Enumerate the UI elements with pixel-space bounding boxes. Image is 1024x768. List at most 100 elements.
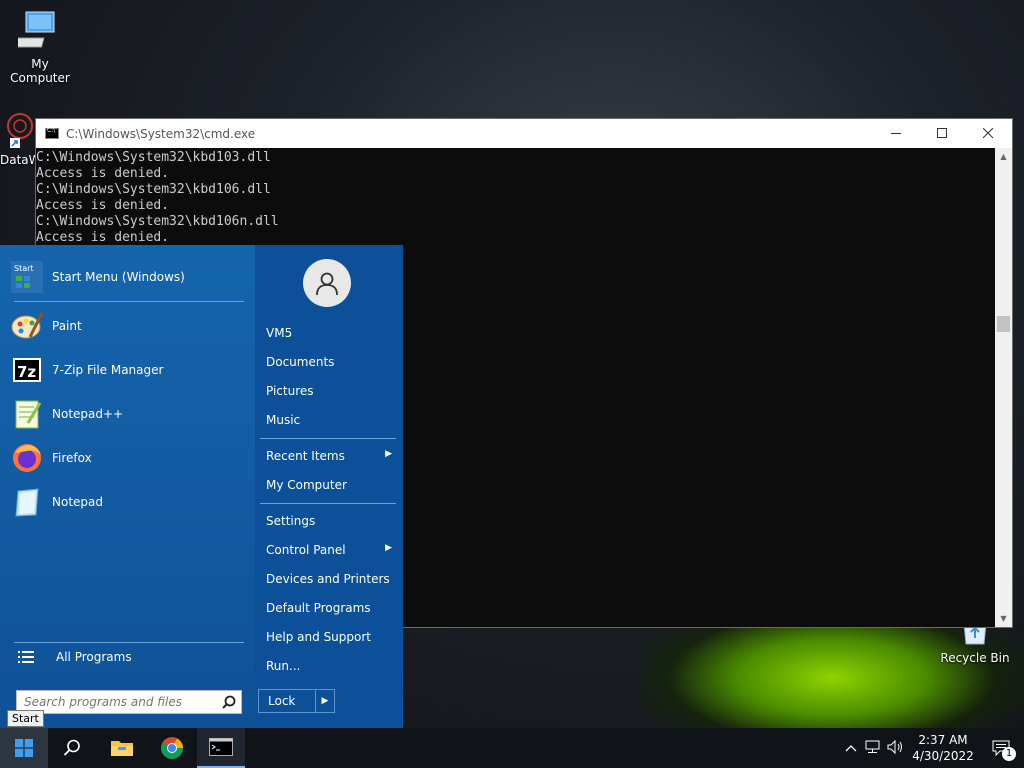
places-item-documents[interactable]: Documents <box>266 355 392 369</box>
program-notepadpp[interactable]: Notepad++ <box>10 397 123 431</box>
clock-time: 2:37 AM <box>918 733 968 747</box>
desktop-icon-label: My Computer <box>10 57 70 85</box>
close-icon <box>982 128 993 139</box>
scrollbar-thumb[interactable] <box>997 316 1010 332</box>
places-item-my-computer[interactable]: My Computer <box>266 478 392 492</box>
console-line: C:\Windows\System32\kbd103.dll <box>36 150 271 165</box>
console-line: C:\Windows\System32\kbd106.dll <box>36 182 271 197</box>
places-label: Documents <box>266 355 335 369</box>
clock-date: 4/30/2022 <box>912 749 974 763</box>
all-programs-button[interactable]: All Programs <box>18 650 132 664</box>
divider <box>260 438 396 439</box>
system-tray: 2:37 AM 4/30/2022 1 <box>840 728 1024 768</box>
places-item-control-panel[interactable]: Control Panel ▶ <box>266 543 392 557</box>
places-label: Devices and Printers <box>266 572 390 586</box>
places-item-recent-items[interactable]: Recent Items ▶ <box>266 449 392 463</box>
start-button[interactable] <box>0 728 48 768</box>
taskbar-chrome[interactable] <box>148 728 196 768</box>
search-icon[interactable] <box>222 694 236 713</box>
notification-button[interactable]: 1 <box>978 740 1024 761</box>
divider <box>14 301 244 302</box>
notification-count-badge: 1 <box>1002 747 1016 761</box>
places-item-help-and-support[interactable]: Help and Support <box>266 630 392 644</box>
divider <box>14 642 244 643</box>
desktop-icon-my-computer[interactable]: My Computer <box>0 8 80 85</box>
program-firefox[interactable]: Firefox <box>10 441 92 475</box>
user-icon <box>316 272 338 296</box>
minimize-button[interactable] <box>873 119 919 148</box>
minimize-icon <box>890 133 901 134</box>
start-menu: Start Start Menu (Windows) Paint 7z 7-Zi… <box>0 245 403 728</box>
search-icon <box>63 739 80 756</box>
places-item-settings[interactable]: Settings <box>266 514 392 528</box>
desktop-icon-recycle-bin[interactable]: Recycle Bin <box>935 622 1015 665</box>
program-label: Notepad++ <box>52 407 124 421</box>
maximize-button[interactable] <box>919 119 965 148</box>
program-label: Firefox <box>52 451 92 465</box>
places-label: Pictures <box>266 384 314 398</box>
program-label: Notepad <box>52 495 103 509</box>
taskbar-cmd[interactable] <box>197 728 245 768</box>
computer-icon <box>10 11 55 48</box>
places-label: Settings <box>266 514 316 528</box>
lock-button[interactable]: Lock <box>258 689 316 713</box>
places-item-vm5[interactable]: VM5 <box>266 326 392 340</box>
window-title: C:\Windows\System32\cmd.exe <box>66 126 256 141</box>
list-icon <box>18 650 38 664</box>
shutdown-options-button[interactable]: ▶ <box>315 689 335 713</box>
taskbar-file-explorer[interactable] <box>98 728 146 768</box>
cmd-icon <box>45 127 59 139</box>
places-label: Default Programs <box>266 601 371 615</box>
places-label: Music <box>266 413 301 427</box>
windows-logo-icon <box>15 739 33 757</box>
taskbar: 2:37 AM 4/30/2022 1 <box>0 728 1024 768</box>
search-box[interactable] <box>16 690 242 714</box>
divider <box>260 503 396 504</box>
search-input[interactable] <box>22 691 216 713</box>
scroll-down-icon[interactable]: ▼ <box>995 610 1012 627</box>
maximize-icon <box>936 128 947 138</box>
desktop-icon-label: Recycle Bin <box>940 651 1010 665</box>
clock[interactable]: 2:37 AM 4/30/2022 <box>908 732 978 764</box>
notepad-icon <box>10 485 44 519</box>
avatar[interactable] <box>303 259 351 307</box>
chevron-up-icon[interactable] <box>840 741 862 755</box>
program-7zip[interactable]: 7z 7-Zip File Manager <box>10 353 163 387</box>
places-item-music[interactable]: Music <box>266 413 392 427</box>
chevron-right-icon: ▶ <box>385 543 392 553</box>
places-label: Run... <box>266 659 301 673</box>
start-icon-text: Start <box>14 264 34 273</box>
console-line: Access is denied. <box>36 166 170 181</box>
close-button[interactable] <box>965 119 1011 148</box>
console-line: Access is denied. <box>36 198 170 213</box>
paint-icon <box>10 309 44 343</box>
places-label: Control Panel <box>266 543 346 557</box>
program-label: Paint <box>52 319 82 333</box>
program-paint[interactable]: Paint <box>10 309 82 343</box>
taskbar-search-button[interactable] <box>48 728 96 768</box>
places-item-devices-and-printers[interactable]: Devices and Printers <box>266 572 392 586</box>
cmd-titlebar[interactable]: C:\Windows\System32\cmd.exe <box>36 119 1012 148</box>
terminal-icon <box>209 738 233 756</box>
chevron-right-icon: ▶ <box>321 696 329 706</box>
program-start-menu-windows[interactable]: Start Start Menu (Windows) <box>10 260 185 294</box>
places-item-run[interactable]: Run... <box>266 659 392 673</box>
places-label: Recent Items <box>266 449 345 463</box>
firefox-icon <box>10 441 44 475</box>
scroll-up-icon[interactable]: ▲ <box>995 148 1012 165</box>
notepadpp-icon <box>10 397 44 431</box>
chrome-icon <box>161 737 183 759</box>
volume-icon[interactable] <box>884 739 908 757</box>
network-icon[interactable] <box>862 740 884 757</box>
places-label: Help and Support <box>266 630 371 644</box>
places-label: My Computer <box>266 478 347 492</box>
all-programs-label: All Programs <box>56 650 132 664</box>
places-label: VM5 <box>266 326 293 340</box>
program-notepad[interactable]: Notepad <box>10 485 103 519</box>
places-item-default-programs[interactable]: Default Programs <box>266 601 392 615</box>
start-tooltip: Start <box>7 710 44 727</box>
places-item-pictures[interactable]: Pictures <box>266 384 392 398</box>
folder-icon <box>111 741 133 756</box>
console-line: Access is denied. <box>36 230 170 245</box>
vertical-scrollbar[interactable]: ▲ ▼ <box>995 148 1012 627</box>
